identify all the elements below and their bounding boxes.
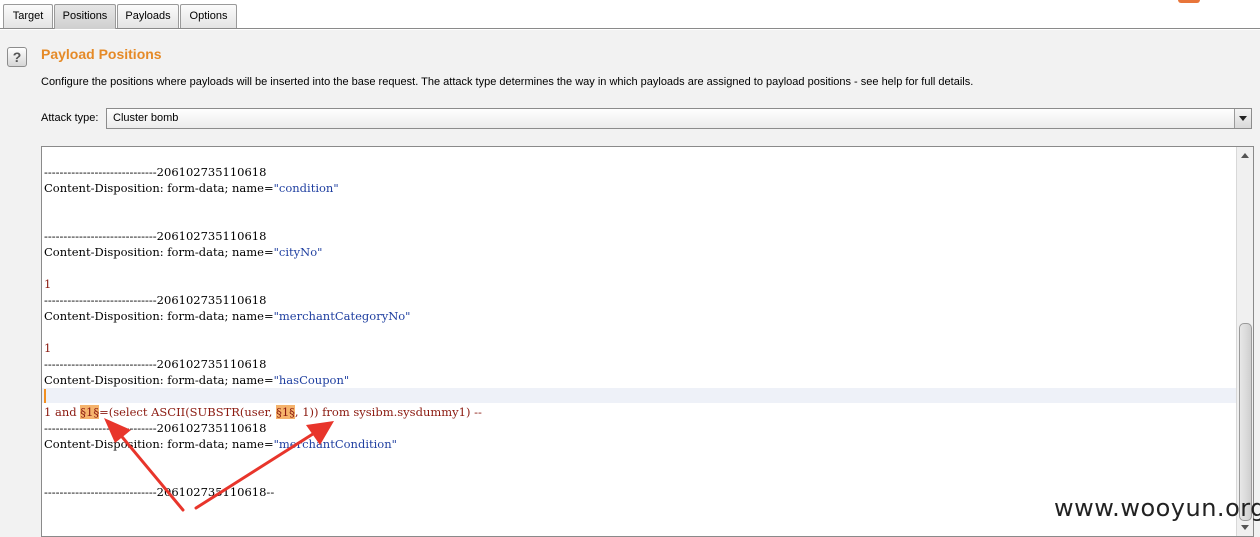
section-title: Payload Positions — [41, 46, 162, 62]
editor-scrollbar[interactable] — [1236, 147, 1253, 536]
code-line: 1 — [44, 341, 52, 355]
scroll-down-icon[interactable] — [1237, 520, 1253, 536]
tab-options[interactable]: Options — [180, 4, 237, 28]
attack-type-value: Cluster bomb — [113, 112, 179, 124]
code-line: 1 — [44, 277, 52, 291]
code-line: -----------------------------20610273511… — [44, 421, 267, 435]
watermark: www.wooyun.org — [1054, 494, 1260, 522]
tab-positions[interactable]: Positions — [54, 4, 116, 29]
tab-target[interactable]: Target — [3, 4, 53, 28]
code-line: -----------------------------20610273511… — [44, 229, 267, 243]
chevron-down-icon[interactable] — [1234, 109, 1251, 128]
request-editor[interactable]: -----------------------------20610273511… — [41, 146, 1254, 537]
tab-payloads[interactable]: Payloads — [117, 4, 179, 28]
text-caret — [44, 389, 46, 403]
attack-type-label: Attack type: — [41, 112, 99, 124]
tab-bar: Target Positions Payloads Options — [0, 0, 1260, 30]
code-line: -----------------------------20610273511… — [44, 485, 275, 499]
code-line: Content-Disposition: form-data; name="ci… — [44, 245, 323, 259]
code-line: Content-Disposition: form-data; name="co… — [44, 181, 339, 195]
payload-marker-2[interactable]: §1§ — [276, 405, 295, 419]
payload-line: 1 and §1§=(select ASCII(SUBSTR(user, §1§… — [44, 405, 482, 419]
code-line: -----------------------------20610273511… — [44, 165, 267, 179]
tab-bar-divider — [0, 28, 1260, 29]
scroll-up-icon[interactable] — [1237, 147, 1253, 163]
code-line: Content-Disposition: form-data; name="me… — [44, 309, 411, 323]
code-line: -----------------------------20610273511… — [44, 293, 267, 307]
attack-type-select[interactable]: Cluster bomb — [106, 108, 1252, 129]
window-accent — [1178, 0, 1200, 3]
code-line: -----------------------------20610273511… — [44, 357, 267, 371]
current-line-highlight — [42, 388, 1238, 403]
payload-marker-1[interactable]: §1§ — [80, 405, 100, 419]
scroll-thumb[interactable] — [1239, 323, 1252, 521]
section-description: Configure the positions where payloads w… — [41, 76, 974, 88]
code-line: Content-Disposition: form-data; name="ha… — [44, 373, 350, 387]
code-line: Content-Disposition: form-data; name="me… — [44, 437, 397, 451]
question-mark-icon[interactable]: ? — [7, 47, 27, 67]
